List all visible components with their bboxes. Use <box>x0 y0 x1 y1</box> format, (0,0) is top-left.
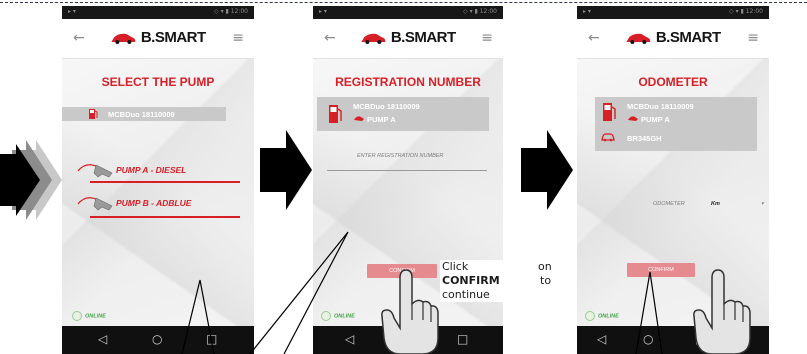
callout-lines <box>181 231 663 354</box>
